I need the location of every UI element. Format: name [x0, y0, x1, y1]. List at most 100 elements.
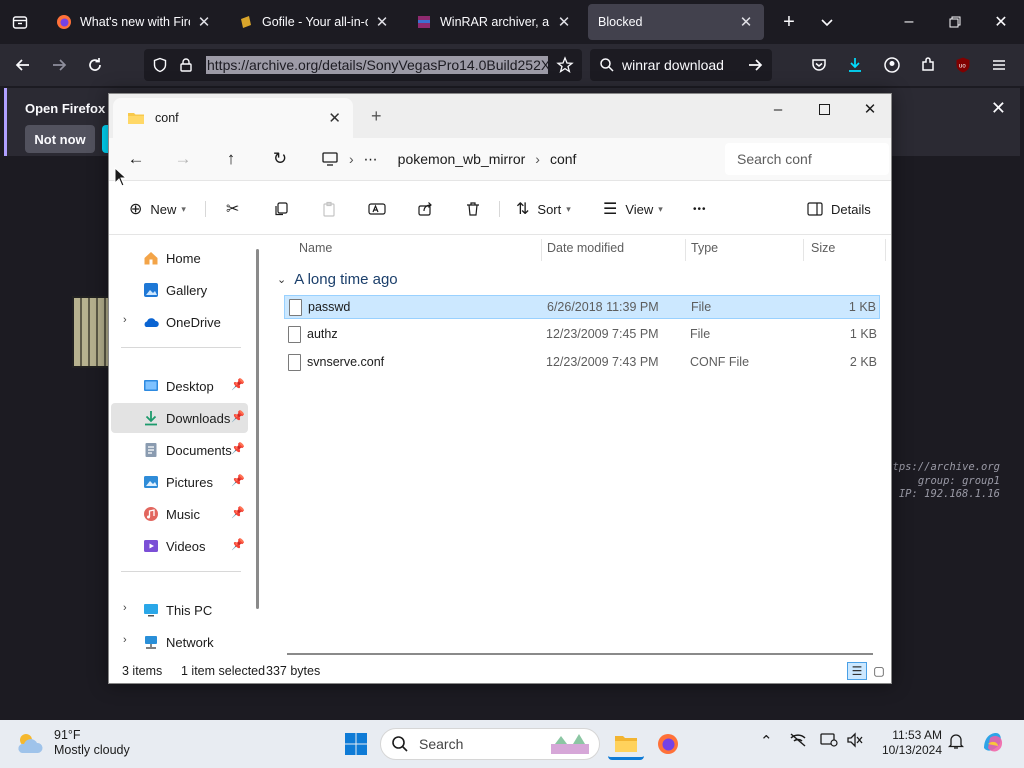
chevron-down-icon[interactable] — [804, 0, 850, 44]
column-divider[interactable] — [885, 239, 886, 261]
url-bar[interactable]: https://archive.org/details/SonyVegasPro… — [144, 49, 582, 81]
taskbar-search[interactable]: Search — [380, 728, 600, 760]
pin-icon[interactable]: 📌 — [231, 378, 245, 391]
firefox-taskbar-icon[interactable] — [652, 728, 684, 760]
close-window-icon[interactable]: ✕ — [847, 94, 893, 124]
maximize-icon[interactable] — [801, 94, 847, 124]
cut-button[interactable]: ✂ — [226, 196, 239, 222]
breadcrumb[interactable]: › ⋯ pokemon_wb_mirror › conf — [349, 143, 751, 175]
file-row-passwd[interactable]: passwd 6/26/2018 11:39 PM File 1 KB — [284, 295, 880, 319]
chevron-right-icon[interactable]: › — [123, 314, 127, 326]
file-explorer-taskbar-icon[interactable] — [608, 728, 644, 760]
close-window-icon[interactable]: ✕ — [978, 0, 1024, 44]
reload-icon[interactable] — [80, 50, 110, 80]
share-button[interactable] — [417, 196, 433, 222]
rename-button[interactable] — [368, 196, 386, 222]
nav-item-videos[interactable]: Videos 📌 — [111, 531, 248, 561]
weather-widget[interactable]: 91°F Mostly cloudy — [16, 728, 130, 758]
nav-item-pictures[interactable]: Pictures 📌 — [111, 467, 248, 497]
pin-icon[interactable]: 📌 — [231, 506, 245, 519]
account-icon[interactable] — [877, 50, 907, 80]
pin-icon[interactable]: 📌 — [231, 442, 245, 455]
close-icon[interactable]: ✕ — [738, 13, 754, 31]
new-tab-icon[interactable]: + — [371, 106, 382, 127]
downloads-icon[interactable] — [840, 50, 870, 80]
column-header-name[interactable]: Name — [299, 241, 332, 255]
nav-scrollbar[interactable] — [256, 249, 259, 609]
nav-item-this-pc[interactable]: › This PC — [111, 595, 248, 625]
file-row-authz[interactable]: authz 12/23/2009 7:45 PM File 1 KB — [284, 323, 880, 347]
pin-icon[interactable]: 📌 — [231, 410, 245, 423]
file-row-svnserve-conf[interactable]: svnserve.conf 12/23/2009 7:43 PM CONF Fi… — [284, 351, 880, 375]
search-input[interactable]: Search conf — [725, 143, 889, 175]
bookmark-star-icon[interactable] — [556, 56, 574, 74]
chevron-down-icon[interactable]: ⌄ — [277, 273, 286, 286]
breadcrumb-item-parent[interactable]: pokemon_wb_mirror — [398, 151, 526, 167]
browser-tab-blocked[interactable]: Blocked ✕ — [588, 4, 764, 40]
new-button[interactable]: ⊕ New ▾ — [129, 196, 186, 222]
horizontal-scrollbar[interactable] — [287, 653, 873, 655]
close-icon[interactable]: ✕ — [991, 98, 1006, 119]
url-text[interactable]: https://archive.org/details/SonyVegasPro… — [206, 56, 548, 74]
system-clock[interactable]: 11:53 AM 10/13/2024 — [872, 728, 942, 758]
column-divider[interactable] — [541, 239, 542, 261]
tiles-view-icon[interactable]: ▢ — [869, 662, 889, 680]
refresh-icon[interactable]: ↻ — [265, 146, 295, 172]
copilot-icon[interactable] — [980, 730, 1006, 760]
pocket-icon[interactable] — [804, 50, 834, 80]
details-view-icon[interactable]: ☰ — [847, 662, 867, 680]
nav-item-home[interactable]: Home — [111, 243, 248, 273]
close-icon[interactable]: ✕ — [328, 109, 341, 127]
nav-item-desktop[interactable]: Desktop 📌 — [111, 371, 248, 401]
column-divider[interactable] — [803, 239, 804, 261]
close-icon[interactable]: ✕ — [374, 13, 390, 31]
column-header-type[interactable]: Type — [691, 241, 718, 255]
nav-item-onedrive[interactable]: › OneDrive — [111, 307, 248, 337]
up-arrow-icon[interactable]: ↑ — [216, 146, 246, 172]
lock-icon[interactable] — [178, 57, 194, 73]
browser-tab-winrar[interactable]: WinRAR archiver, a pow ✕ — [406, 4, 582, 40]
copy-button[interactable] — [273, 196, 289, 222]
tab-list-icon[interactable] — [6, 8, 34, 36]
chevron-right-icon[interactable]: › — [123, 602, 127, 614]
close-icon[interactable]: ✕ — [196, 13, 212, 31]
browser-tab-firefox-news[interactable]: What's new with Firefox ✕ — [46, 4, 222, 40]
minimize-icon[interactable]: – — [886, 0, 932, 44]
breadcrumb-overflow[interactable]: ⋯ — [364, 151, 378, 168]
network-status-icon[interactable] — [789, 732, 807, 752]
ublock-icon[interactable]: uo — [948, 50, 978, 80]
not-now-button[interactable]: Not now — [25, 125, 95, 153]
sort-button[interactable]: ⇅ Sort ▾ — [516, 196, 571, 222]
nav-item-network[interactable]: › Network — [111, 627, 248, 657]
monitor-icon[interactable] — [315, 146, 345, 172]
pin-icon[interactable]: 📌 — [231, 474, 245, 487]
nav-item-documents[interactable]: Documents 📌 — [111, 435, 248, 465]
go-arrow-icon[interactable] — [740, 50, 770, 80]
column-header-size[interactable]: Size — [811, 241, 835, 255]
column-divider[interactable] — [685, 239, 686, 261]
menu-icon[interactable] — [984, 50, 1014, 80]
delete-button[interactable] — [465, 196, 481, 222]
nav-item-music[interactable]: Music 📌 — [111, 499, 248, 529]
close-icon[interactable]: ✕ — [556, 13, 572, 31]
start-windows-icon[interactable] — [340, 728, 372, 760]
extensions-icon[interactable] — [913, 50, 943, 80]
restore-icon[interactable] — [932, 0, 978, 44]
search-input[interactable]: winrar download — [622, 57, 724, 73]
nav-item-gallery[interactable]: Gallery — [111, 275, 248, 305]
breadcrumb-item-current[interactable]: conf — [550, 151, 576, 167]
volume-muted-icon[interactable] — [846, 732, 864, 752]
browser-tab-gofile[interactable]: Gofile - Your all-in-one ✕ — [228, 4, 400, 40]
more-options-button[interactable]: ••• — [693, 196, 707, 222]
minimize-icon[interactable]: – — [755, 94, 801, 124]
chevron-up-icon[interactable]: ⌃ — [760, 732, 773, 750]
chevron-right-icon[interactable]: › — [123, 634, 127, 646]
column-header-date[interactable]: Date modified — [547, 241, 624, 255]
details-button[interactable]: Details — [807, 196, 871, 222]
forward-icon[interactable]: → — [168, 146, 198, 172]
nav-item-downloads[interactable]: Downloads 📌 — [111, 403, 248, 433]
notification-bell-icon[interactable] — [947, 732, 965, 754]
forward-icon[interactable] — [44, 50, 74, 80]
pin-icon[interactable]: 📌 — [231, 538, 245, 551]
explorer-tab[interactable]: conf ✕ — [113, 98, 353, 138]
